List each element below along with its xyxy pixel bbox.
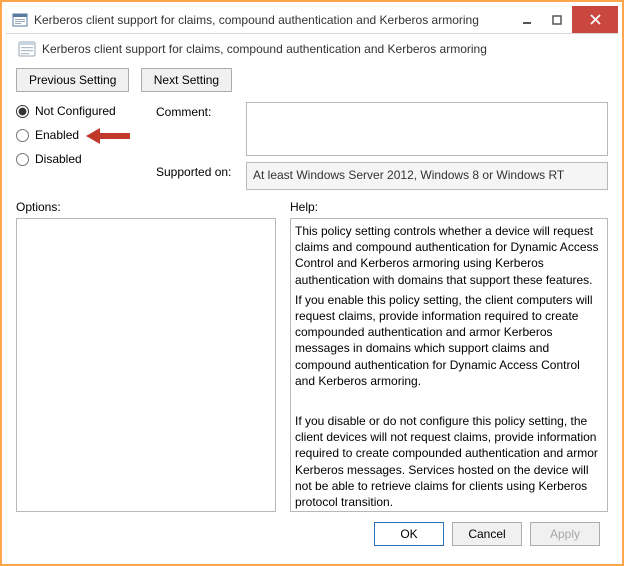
fields-column: Comment: Supported on: At least Windows … [156,102,608,190]
policy-editor-window: Kerberos client support for claims, comp… [6,6,618,560]
lower-panels: Options: Help: This policy setting contr… [16,200,608,512]
maximize-button[interactable] [542,6,572,33]
help-paragraph: If you disable or do not configure this … [295,413,603,510]
radio-disabled-input[interactable] [16,153,29,166]
config-grid: Not Configured Enabled Disabled [16,102,608,190]
radio-disabled-label: Disabled [35,152,82,166]
help-paragraph: This policy setting controls whether a d… [295,223,603,288]
radio-not-configured-input[interactable] [16,105,29,118]
options-heading: Options: [16,200,276,214]
help-column: Help: This policy setting controls wheth… [290,200,608,512]
radio-enabled-input[interactable] [16,129,29,142]
next-setting-button[interactable]: Next Setting [141,68,232,92]
radio-disabled[interactable]: Disabled [16,152,146,166]
help-paragraph: If you enable this policy setting, the c… [295,292,603,389]
minimize-button[interactable] [512,6,542,33]
policy-header: Kerberos client support for claims, comp… [16,40,608,58]
help-panel[interactable]: This policy setting controls whether a d… [290,218,608,512]
supported-row: Supported on: At least Windows Server 20… [156,162,608,190]
radio-not-configured-label: Not Configured [35,104,116,118]
comment-label: Comment: [156,102,236,119]
policy-icon [18,40,36,58]
dialog-footer: OK Cancel Apply [16,512,608,550]
window-title: Kerberos client support for claims, comp… [34,13,512,27]
content-area: Kerberos client support for claims, comp… [6,34,618,560]
apply-button[interactable]: Apply [530,522,600,546]
ok-button[interactable]: OK [374,522,444,546]
comment-input[interactable] [246,102,608,156]
radio-not-configured[interactable]: Not Configured [16,104,146,118]
options-column: Options: [16,200,276,512]
nav-buttons: Previous Setting Next Setting [16,68,608,92]
cancel-button[interactable]: Cancel [452,522,522,546]
callout-arrow-icon [86,126,130,149]
policy-title: Kerberos client support for claims, comp… [42,42,487,56]
options-panel[interactable] [16,218,276,512]
window-buttons [512,6,618,33]
titlebar: Kerberos client support for claims, comp… [6,6,618,34]
policy-system-icon [12,12,28,28]
radio-enabled-label: Enabled [35,128,79,142]
help-heading: Help: [290,200,608,214]
state-radio-group: Not Configured Enabled Disabled [16,102,146,190]
close-button[interactable] [572,6,618,33]
supported-on-text: At least Windows Server 2012, Windows 8 … [246,162,608,190]
previous-setting-button[interactable]: Previous Setting [16,68,129,92]
supported-label: Supported on: [156,162,236,179]
help-paragraph [295,393,603,409]
comment-row: Comment: [156,102,608,156]
